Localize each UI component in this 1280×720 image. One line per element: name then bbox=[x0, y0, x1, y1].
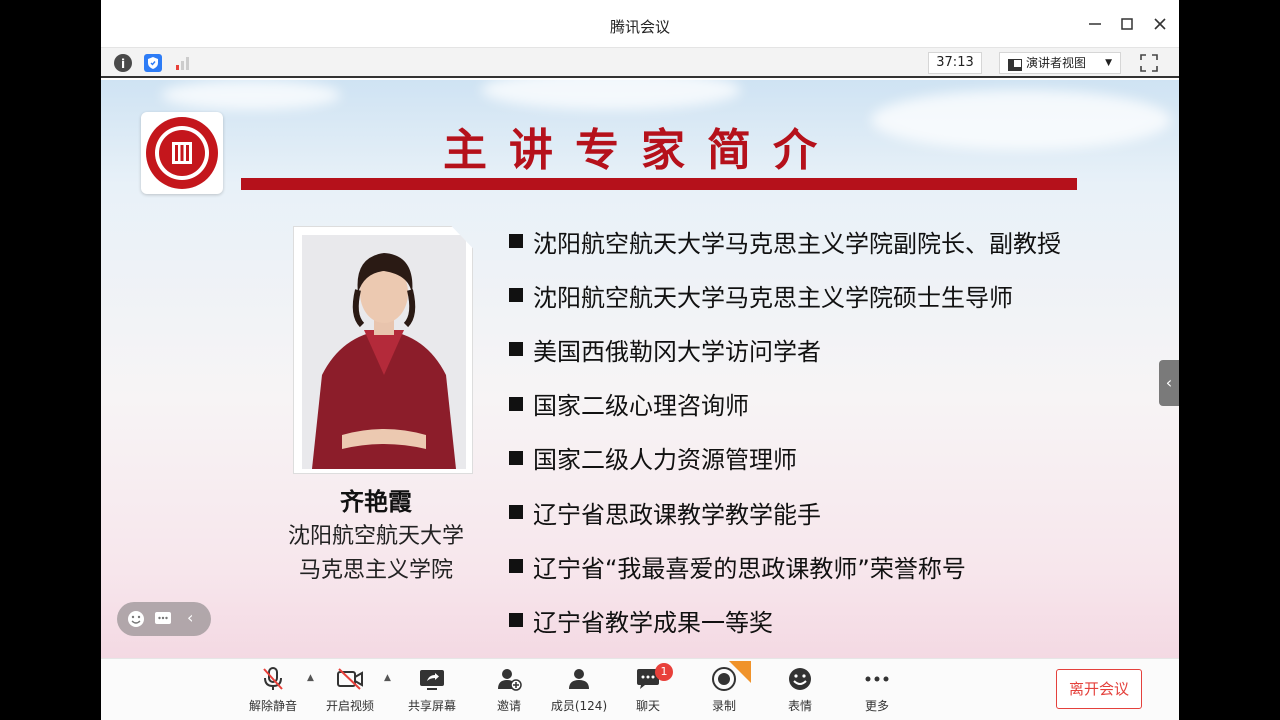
slide-title: 主讲专家简介 bbox=[443, 125, 839, 176]
message-icon[interactable] bbox=[154, 610, 172, 632]
unmute-label: 解除静音 bbox=[248, 699, 297, 713]
bullet-square-icon bbox=[509, 505, 523, 520]
list-item: 国家二级人力资源管理师 bbox=[509, 431, 1159, 485]
smiley-icon[interactable] bbox=[127, 610, 145, 632]
members-button[interactable]: 成员(124) bbox=[543, 665, 615, 714]
video-options-caret[interactable]: ▲ bbox=[384, 673, 391, 683]
bullet-square-icon bbox=[509, 450, 523, 465]
meeting-timer: 37:13 bbox=[928, 52, 982, 74]
record-button[interactable]: 录制 bbox=[689, 661, 759, 714]
view-mode-label: 演讲者视图 bbox=[1026, 56, 1087, 70]
minimize-icon[interactable] bbox=[1085, 14, 1105, 34]
emoji-button[interactable]: 表情 bbox=[765, 665, 835, 714]
speaker-photo bbox=[302, 235, 466, 469]
bullet-square-icon bbox=[509, 559, 523, 574]
record-label: 录制 bbox=[711, 699, 736, 713]
reaction-pill: ‹ bbox=[117, 602, 211, 636]
list-item-text: 国家二级心理咨询师 bbox=[533, 392, 749, 421]
shield-icon[interactable] bbox=[144, 54, 162, 72]
title-divider bbox=[241, 178, 1077, 190]
invite-label: 邀请 bbox=[496, 699, 521, 713]
invite-button[interactable]: 邀请 bbox=[474, 665, 544, 714]
shared-screen: 主讲专家简介 齐艳霞 沈阳航空航天大学 马克思主义学院 沈阳航空航天大学马克思主… bbox=[101, 80, 1179, 658]
share-screen-icon bbox=[417, 665, 447, 693]
control-bar: 解除静音 ▲ 开启视频 ▲ 共享屏幕 邀请 成员(124) 聊天 1 录制 表情… bbox=[101, 658, 1179, 720]
cloud-decoration bbox=[481, 80, 741, 110]
chat-label: 聊天 bbox=[635, 699, 660, 713]
maximize-icon[interactable] bbox=[1117, 14, 1137, 34]
speaker-affiliation-university: 沈阳航空航天大学 bbox=[287, 524, 464, 549]
bullet-square-icon bbox=[509, 234, 523, 249]
share-screen-button[interactable]: 共享屏幕 bbox=[397, 665, 467, 714]
bullet-square-icon bbox=[509, 613, 523, 628]
share-label: 共享屏幕 bbox=[407, 699, 456, 713]
chat-unread-badge: 1 bbox=[655, 663, 673, 681]
info-icon[interactable]: i bbox=[114, 54, 132, 72]
cloud-decoration bbox=[871, 90, 1171, 150]
speaker-affiliation-school: 马克思主义学院 bbox=[298, 558, 453, 583]
list-item-text: 辽宁省“我最喜爱的思政课教师”荣誉称号 bbox=[533, 554, 966, 583]
list-item: 辽宁省“我最喜爱的思政课教师”荣誉称号 bbox=[509, 539, 1159, 593]
meeting-window: 腾讯会议 i 37:13 演讲者视图 ▼ 主讲专家简介 齐艳霞 沈阳航空航天大学… bbox=[101, 0, 1179, 720]
more-label: 更多 bbox=[864, 699, 889, 713]
list-item: 美国西俄勒冈大学访问学者 bbox=[509, 322, 1159, 376]
more-button[interactable]: 更多 bbox=[842, 665, 912, 714]
record-icon bbox=[709, 665, 739, 693]
video-label: 开启视频 bbox=[325, 699, 374, 713]
view-mode-dropdown[interactable]: 演讲者视图 ▼ bbox=[999, 52, 1121, 74]
audio-options-caret[interactable]: ▲ bbox=[307, 673, 314, 683]
list-item-text: 沈阳航空航天大学马克思主义学院硕士生导师 bbox=[533, 283, 1013, 312]
start-video-button[interactable]: 开启视频 bbox=[315, 665, 385, 714]
emoji-label: 表情 bbox=[787, 699, 812, 713]
members-icon bbox=[564, 665, 594, 693]
list-item-text: 沈阳航空航天大学马克思主义学院副院长、副教授 bbox=[533, 229, 1061, 258]
fullscreen-icon[interactable] bbox=[1139, 53, 1159, 73]
list-item-text: 国家二级人力资源管理师 bbox=[533, 446, 797, 475]
leave-meeting-button[interactable]: 离开会议 bbox=[1056, 669, 1142, 709]
cloud-decoration bbox=[161, 80, 341, 110]
list-item-text: 辽宁省教学成果一等奖 bbox=[533, 608, 773, 637]
members-label: 成员(124) bbox=[550, 699, 608, 713]
speaker-photo-frame bbox=[293, 226, 473, 474]
list-item-text: 辽宁省思政课教学教学能手 bbox=[533, 500, 821, 529]
meeting-toolbar: i 37:13 演讲者视图 ▼ bbox=[101, 48, 1179, 78]
chevron-down-icon: ▼ bbox=[1105, 58, 1112, 68]
smiley-icon bbox=[785, 665, 815, 693]
add-user-icon bbox=[494, 665, 524, 693]
chevron-left-icon: ‹ bbox=[1165, 373, 1173, 392]
list-item: 国家二级心理咨询师 bbox=[509, 377, 1159, 431]
side-panel-toggle[interactable]: ‹ bbox=[1159, 360, 1179, 406]
layout-icon bbox=[1008, 57, 1022, 77]
credentials-list: 沈阳航空航天大学马克思主义学院副院长、副教授 沈阳航空航天大学马克思主义学院硕士… bbox=[509, 214, 1159, 648]
bullet-square-icon bbox=[509, 396, 523, 411]
more-icon bbox=[862, 665, 892, 693]
list-item: 辽宁省教学成果一等奖 bbox=[509, 593, 1159, 647]
signal-icon[interactable] bbox=[174, 54, 192, 72]
chat-button[interactable]: 聊天 1 bbox=[613, 663, 683, 714]
list-item: 沈阳航空航天大学马克思主义学院硕士生导师 bbox=[509, 268, 1159, 322]
chevron-left-icon[interactable]: ‹ bbox=[187, 608, 193, 627]
window-title: 腾讯会议 bbox=[609, 18, 670, 36]
speaker-name: 齐艳霞 bbox=[340, 488, 412, 516]
bullet-square-icon bbox=[509, 288, 523, 303]
bullet-square-icon bbox=[509, 342, 523, 357]
svg-text:i: i bbox=[121, 57, 125, 71]
school-logo bbox=[141, 112, 223, 194]
list-item-text: 美国西俄勒冈大学访问学者 bbox=[533, 337, 821, 366]
close-icon[interactable] bbox=[1150, 14, 1170, 34]
list-item: 沈阳航空航天大学马克思主义学院副院长、副教授 bbox=[509, 214, 1159, 268]
list-item: 辽宁省思政课教学教学能手 bbox=[509, 485, 1159, 539]
unmute-button[interactable]: 解除静音 bbox=[238, 665, 308, 714]
title-bar: 腾讯会议 bbox=[101, 0, 1179, 48]
video-off-icon bbox=[335, 665, 365, 693]
microphone-muted-icon bbox=[258, 665, 288, 693]
